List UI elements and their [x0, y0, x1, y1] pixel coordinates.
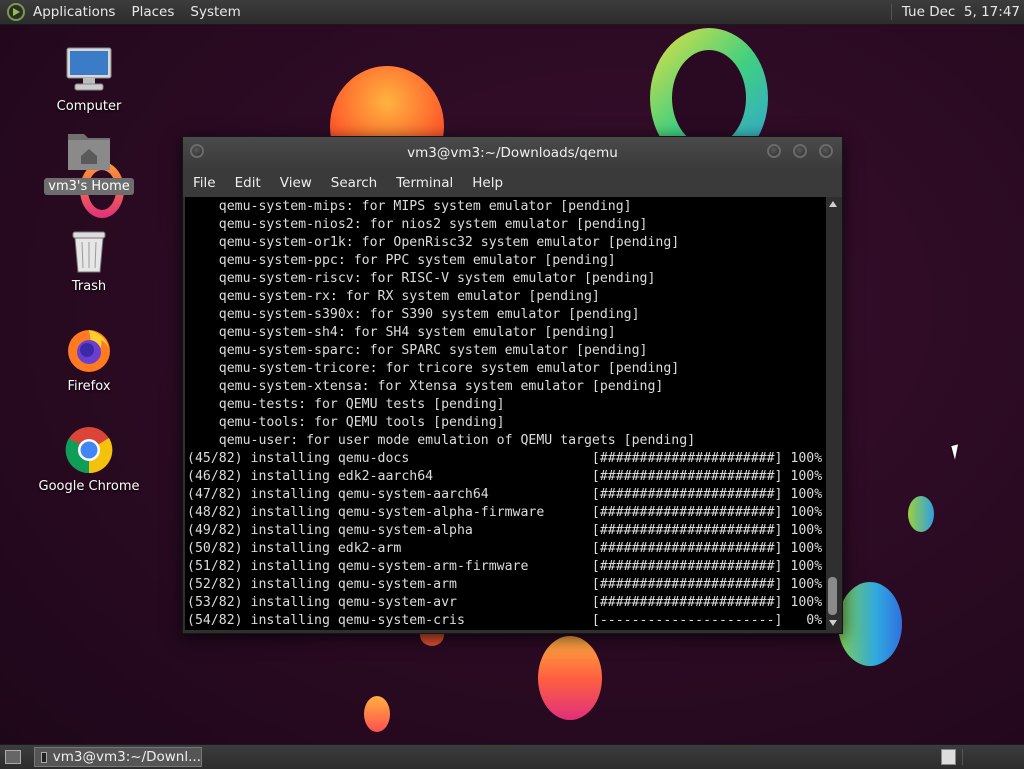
- terminal-title: vm3@vm3:~/Downloads/qemu: [407, 145, 618, 161]
- desktop-icon-trash[interactable]: Trash: [34, 230, 144, 295]
- terminal-line: (47/82) installing qemu-system-aarch64 […: [187, 487, 823, 502]
- close-button[interactable]: [819, 144, 833, 158]
- desktop-icon-chrome[interactable]: Google Chrome: [34, 426, 144, 495]
- menu-edit[interactable]: Edit: [225, 175, 270, 191]
- desktop-icon-label: Computer: [56, 99, 122, 114]
- terminal-line: (53/82) installing qemu-system-avr [####…: [187, 595, 823, 610]
- wallpaper-small-orange-drop: [364, 696, 390, 732]
- workspace-2[interactable]: [962, 749, 1017, 765]
- clock[interactable]: Tue Dec 5, 17:47: [902, 4, 1024, 20]
- panel-separator: [890, 4, 894, 20]
- terminal-line: (48/82) installing qemu-system-alpha-fir…: [187, 505, 823, 520]
- scrollbar-thumb[interactable]: [828, 577, 837, 615]
- menu-search[interactable]: Search: [321, 175, 386, 191]
- terminal-line: qemu-system-nios2: for nios2 system emul…: [187, 217, 648, 232]
- wallpaper-blue-drop: [908, 496, 934, 532]
- desktop-icon-label: Firefox: [67, 379, 111, 394]
- desktop-icon-computer[interactable]: Computer: [34, 46, 144, 115]
- terminal-titlebar[interactable]: vm3@vm3:~/Downloads/qemu: [183, 137, 842, 169]
- applications-menu[interactable]: Applications: [31, 4, 123, 20]
- wallpaper-big-blue-drop: [838, 582, 902, 666]
- terminal-lines: qemu-system-mips: for MIPS system emulat…: [185, 197, 826, 630]
- menu-help[interactable]: Help: [462, 175, 512, 191]
- desktop-icon-label: Trash: [71, 279, 107, 294]
- desktop-icon-firefox[interactable]: Firefox: [34, 326, 144, 395]
- terminal-icon: [41, 751, 47, 763]
- terminal-line: qemu-system-ppc: for PPC system emulator…: [187, 253, 616, 268]
- firefox-icon: [65, 326, 113, 374]
- desktop-icon-label: vm3's Home: [44, 178, 134, 195]
- wallpaper-orange-drop: [538, 636, 602, 720]
- home-folder-icon: [65, 128, 113, 174]
- maximize-button[interactable]: [793, 144, 807, 158]
- taskbar-window-button[interactable]: vm3@vm3:~/Downl...: [34, 747, 202, 767]
- terminal-line: qemu-system-sh4: for SH4 system emulator…: [187, 325, 616, 340]
- terminal-line: (52/82) installing qemu-system-arm [####…: [187, 577, 823, 592]
- scroll-up-icon[interactable]: [829, 201, 837, 207]
- terminal-line: qemu-system-mips: for MIPS system emulat…: [187, 199, 632, 214]
- show-desktop-icon[interactable]: [5, 750, 21, 764]
- terminal-line: qemu-system-sparc: for SPARC system emul…: [187, 343, 648, 358]
- terminal-output[interactable]: qemu-system-mips: for MIPS system emulat…: [185, 197, 826, 630]
- terminal-line: (54/82) installing qemu-system-cris [---…: [187, 613, 823, 628]
- terminal-line: (50/82) installing edk2-arm [###########…: [187, 541, 823, 556]
- computer-icon: [65, 46, 113, 94]
- terminal-line: qemu-system-xtensa: for Xtensa system em…: [187, 379, 664, 394]
- places-menu[interactable]: Places: [129, 4, 182, 20]
- terminal-line: qemu-system-rx: for RX system emulator […: [187, 289, 600, 304]
- mouse-cursor-icon: [951, 444, 962, 460]
- bottom-panel: vm3@vm3:~/Downl...: [0, 744, 1024, 769]
- menu-file[interactable]: File: [183, 175, 225, 191]
- system-menu[interactable]: System: [188, 4, 248, 20]
- workspace-1[interactable]: [941, 749, 956, 765]
- taskbar-window-label: vm3@vm3:~/Downl...: [52, 749, 201, 765]
- terminal-scrollbar[interactable]: [826, 197, 839, 630]
- terminal-line: (51/82) installing qemu-system-arm-firmw…: [187, 559, 823, 574]
- trash-icon: [69, 230, 109, 274]
- terminal-line: qemu-tests: for QEMU tests [pending]: [187, 397, 505, 412]
- terminal-line: qemu-tools: for QEMU tools [pending]: [187, 415, 505, 430]
- terminal-line: qemu-system-tricore: for tricore system …: [187, 361, 680, 376]
- window-menu-button[interactable]: [190, 144, 204, 158]
- minimize-button[interactable]: [767, 144, 781, 158]
- terminal-line: qemu-user: for user mode emulation of QE…: [187, 433, 696, 448]
- terminal-line: qemu-system-or1k: for OpenRisc32 system …: [187, 235, 680, 250]
- menu-logo-icon[interactable]: [7, 3, 25, 21]
- scroll-down-icon[interactable]: [829, 620, 837, 626]
- top-panel: Applications Places System Tue Dec 5, 17…: [0, 0, 1024, 25]
- terminal-line: (45/82) installing qemu-docs [##########…: [187, 451, 823, 466]
- desktop-icon-home[interactable]: vm3's Home: [34, 128, 144, 195]
- terminal-line: (49/82) installing qemu-system-alpha [##…: [187, 523, 823, 538]
- terminal-line: qemu-system-s390x: for S390 system emula…: [187, 307, 640, 322]
- terminal-window[interactable]: vm3@vm3:~/Downloads/qemu File Edit View …: [182, 136, 843, 634]
- terminal-line: qemu-system-riscv: for RISC-V system emu…: [187, 271, 656, 286]
- terminal-line: (46/82) installing edk2-aarch64 [#######…: [187, 469, 823, 484]
- desktop-icon-label: Google Chrome: [38, 479, 140, 494]
- menu-view[interactable]: View: [270, 175, 321, 191]
- terminal-menubar: File Edit View Search Terminal Help: [183, 169, 842, 197]
- chrome-icon: [65, 426, 113, 474]
- menu-terminal[interactable]: Terminal: [386, 175, 462, 191]
